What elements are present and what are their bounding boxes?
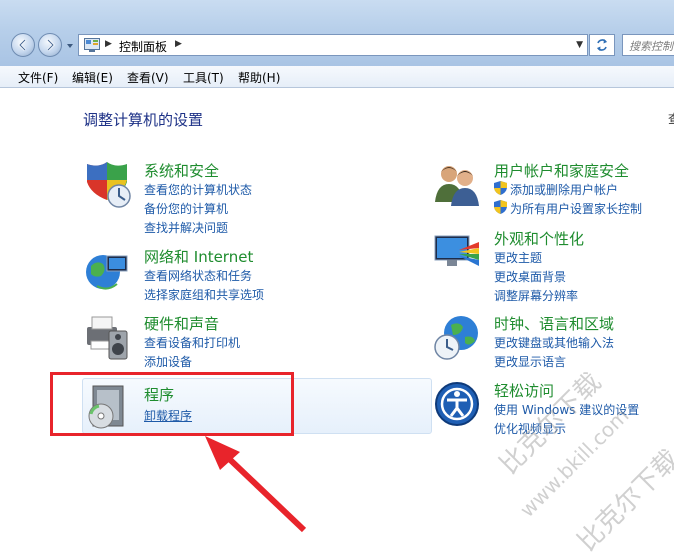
link-change-display-language[interactable]: 更改显示语言 — [494, 353, 566, 370]
link-add-device[interactable]: 添加设备 — [144, 353, 192, 370]
category-title[interactable]: 用户帐户和家庭安全 — [494, 160, 629, 181]
menu-edit[interactable]: 编辑(E) — [72, 69, 113, 86]
refresh-button[interactable] — [589, 34, 615, 56]
network-globe-icon — [86, 255, 128, 290]
link-view-computer-status[interactable]: 查看您的计算机状态 — [144, 181, 252, 198]
control-panel-icon — [84, 38, 100, 52]
link-backup-computer[interactable]: 备份您的计算机 — [144, 200, 228, 217]
printer-speaker-icon — [87, 316, 128, 360]
link-troubleshoot[interactable]: 查找并解决问题 — [144, 219, 228, 236]
ease-of-access-icon — [435, 382, 479, 426]
system-security-icon — [87, 162, 131, 208]
breadcrumb-separator-icon[interactable]: ▶ — [105, 39, 112, 49]
menu-help[interactable]: 帮助(H) — [238, 69, 280, 86]
breadcrumb-separator-icon[interactable]: ▶ — [175, 39, 182, 49]
uac-shield-icon — [494, 181, 507, 195]
refresh-icon — [597, 39, 607, 51]
search-input[interactable]: 搜索控制 — [622, 34, 674, 56]
link-recommended-settings[interactable]: 使用 Windows 建议的设置 — [494, 401, 639, 418]
view-by-label[interactable]: 查 — [668, 110, 674, 127]
link-view-network-status[interactable]: 查看网络状态和任务 — [144, 267, 252, 284]
link-optimize-display[interactable]: 优化视频显示 — [494, 420, 566, 437]
category-title[interactable]: 硬件和声音 — [144, 313, 219, 334]
link-add-remove-users[interactable]: 添加或删除用户帐户 — [510, 181, 618, 198]
back-arrow-icon — [18, 39, 26, 51]
forward-arrow-icon — [47, 39, 55, 51]
menu-view[interactable]: 查看(V) — [127, 69, 169, 86]
uac-shield-icon — [494, 200, 507, 214]
page-title: 调整计算机的设置 — [83, 111, 204, 129]
annotation-highlight-box — [50, 372, 294, 436]
category-title[interactable]: 轻松访问 — [494, 380, 554, 401]
clock-globe-icon — [434, 316, 478, 360]
forward-button[interactable] — [38, 33, 62, 57]
menu-tools[interactable]: 工具(T) — [183, 69, 224, 86]
menu-bar: 文件(F) 编辑(E) 查看(V) 工具(T) 帮助(H) — [0, 66, 674, 88]
address-dropdown-icon[interactable]: ▼ — [576, 40, 583, 50]
breadcrumb-control-panel[interactable]: 控制面板 — [119, 38, 167, 55]
category-title[interactable]: 系统和安全 — [144, 160, 219, 181]
link-screen-resolution[interactable]: 调整屏幕分辨率 — [494, 287, 578, 304]
link-change-background[interactable]: 更改桌面背景 — [494, 268, 566, 285]
category-title[interactable]: 外观和个性化 — [494, 228, 584, 249]
watermark-text: 比克尔下载 — [572, 444, 674, 558]
link-homegroup-sharing[interactable]: 选择家庭组和共享选项 — [144, 286, 264, 303]
category-title[interactable]: 网络和 Internet — [144, 246, 253, 267]
category-title[interactable]: 时钟、语言和区域 — [494, 313, 614, 334]
link-parental-controls[interactable]: 为所有用户设置家长控制 — [510, 200, 642, 217]
users-icon — [435, 166, 479, 206]
back-button[interactable] — [11, 33, 35, 57]
recent-pages-dropdown-icon[interactable] — [66, 42, 74, 50]
appearance-icon — [434, 235, 479, 266]
link-change-theme[interactable]: 更改主题 — [494, 249, 542, 266]
address-bar[interactable]: ▶ 控制面板 ▶ ▼ — [78, 34, 588, 56]
link-change-keyboard[interactable]: 更改键盘或其他输入法 — [494, 334, 614, 351]
menu-file[interactable]: 文件(F) — [18, 69, 58, 86]
window-header — [0, 0, 674, 66]
link-devices-printers[interactable]: 查看设备和打印机 — [144, 334, 240, 351]
